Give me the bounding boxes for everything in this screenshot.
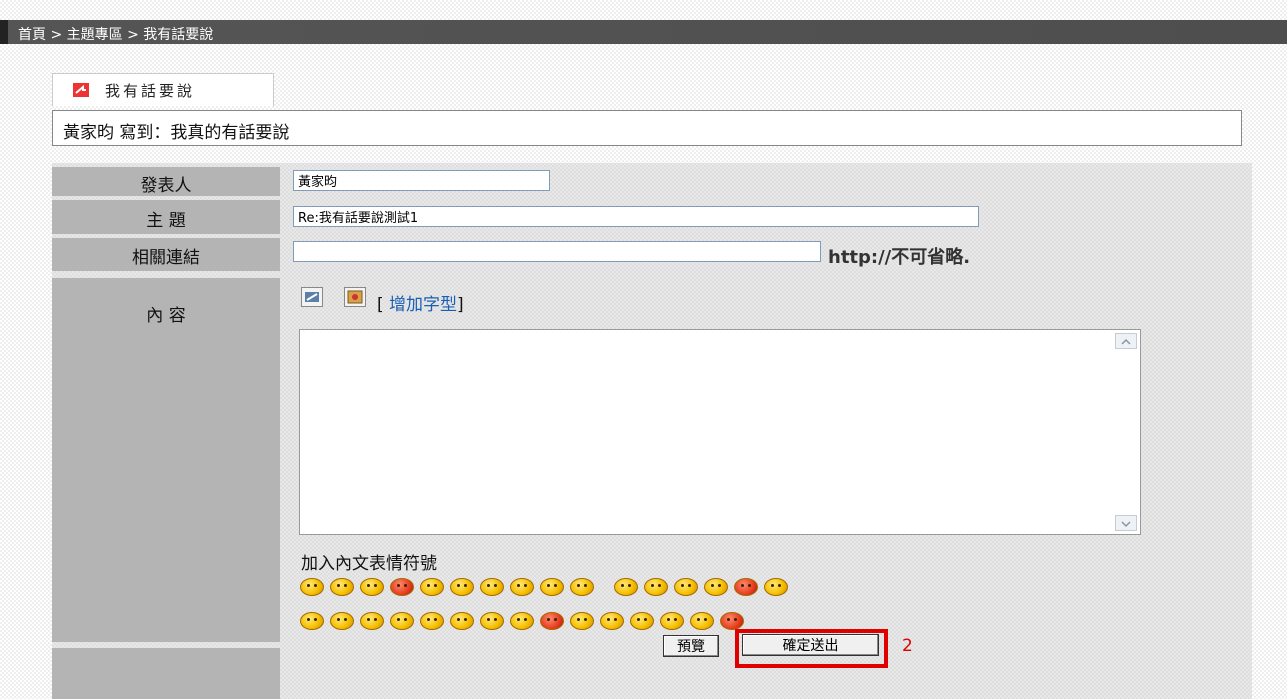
emoticon-love-icon[interactable] (390, 612, 414, 630)
emoticon-wink-icon[interactable] (330, 578, 354, 596)
add-font-bracket-open: [ (377, 295, 390, 315)
tab-arrow-icon (73, 83, 89, 97)
emoticon-laugh-icon[interactable] (450, 578, 474, 596)
emoticon-shock-icon[interactable] (450, 612, 474, 630)
emoticon-blush-icon[interactable] (330, 612, 354, 630)
author-label-cell: 發表人 (52, 167, 280, 196)
emoticon-sweat-icon[interactable] (420, 578, 444, 596)
content-textarea[interactable] (299, 329, 1141, 535)
add-font-wrapper: [ 增加字型] (377, 290, 464, 315)
link-hint: http://不可省略. (828, 247, 971, 268)
tab-say-something[interactable]: 我有話要說 (52, 73, 274, 106)
content-label: 內 容 (146, 306, 186, 326)
emoticon-shout-icon[interactable] (720, 612, 744, 630)
emoticon-cry-icon[interactable] (360, 578, 384, 596)
subject-field[interactable] (293, 206, 979, 227)
emoticon-evil-icon[interactable] (510, 612, 534, 630)
emoticon-confused-icon[interactable] (570, 612, 594, 630)
emoticon-angel-icon[interactable] (630, 612, 654, 630)
emoticon-shy-icon[interactable] (540, 578, 564, 596)
step-number: 2 (902, 636, 913, 656)
tab-label: 我有話要說 (105, 82, 196, 100)
link-field[interactable] (293, 241, 821, 262)
emoticon-smirk-icon[interactable] (644, 578, 668, 596)
emoticon-grin-icon[interactable] (614, 578, 638, 596)
emoticon-happy-icon[interactable] (300, 612, 324, 630)
emoticon-row-1 (300, 578, 788, 596)
emoticon-angry-icon[interactable] (390, 578, 414, 596)
emoticon-sad-icon[interactable] (480, 578, 504, 596)
emoticon-devil-icon[interactable] (540, 612, 564, 630)
emoticon-cold-icon[interactable] (600, 612, 624, 630)
scroll-down-button[interactable] (1115, 515, 1137, 531)
emoticon-sleep-icon[interactable] (420, 612, 444, 630)
post-heading-box: 黃家昀 寫到：我真的有話要說 (52, 110, 1242, 146)
add-font-bracket-close: ] (457, 295, 464, 315)
emoticon-laugh2-icon[interactable] (480, 612, 504, 630)
emoticon-cool-icon[interactable] (570, 578, 594, 596)
author-field[interactable] (293, 170, 550, 191)
emoticon-surprise-icon[interactable] (510, 578, 534, 596)
scroll-up-button[interactable] (1115, 333, 1137, 349)
emoticon-grin2-icon[interactable] (690, 612, 714, 630)
emoticon-mad-icon[interactable] (734, 578, 758, 596)
image-tool-icon[interactable] (344, 287, 366, 307)
preview-button[interactable]: 預覽 (663, 635, 719, 657)
emoticon-sick-icon[interactable] (660, 612, 684, 630)
submit-highlight-box (735, 629, 888, 668)
link-tool-icon[interactable] (301, 287, 323, 307)
emoticon-smile-icon[interactable] (300, 578, 324, 596)
subject-label-cell: 主 題 (52, 200, 280, 234)
link-label: 相關連結 (132, 248, 200, 268)
emoticon-think-icon[interactable] (764, 578, 788, 596)
bar-notch (0, 20, 8, 44)
emoticon-kiss-icon[interactable] (360, 612, 384, 630)
subject-label: 主 題 (146, 211, 186, 231)
emoticon-tongue-icon[interactable] (674, 578, 698, 596)
link-label-cell: 相關連結 (52, 238, 280, 271)
breadcrumb[interactable]: 首頁 > 主題專區 > 我有話要說 (18, 24, 213, 44)
emoticon-row-2 (300, 612, 744, 630)
emoticon-title: 加入內文表情符號 (301, 554, 437, 574)
add-font-link[interactable]: 增加字型 (389, 295, 457, 315)
post-heading: 黃家昀 寫到：我真的有話要說 (63, 123, 290, 143)
author-label: 發表人 (140, 176, 192, 196)
breadcrumb-bar: 首頁 > 主題專區 > 我有話要說 (0, 20, 1287, 44)
emoticon-dizzy-icon[interactable] (704, 578, 728, 596)
action-label-cell (52, 648, 280, 699)
content-label-cell: 內 容 (52, 278, 280, 642)
